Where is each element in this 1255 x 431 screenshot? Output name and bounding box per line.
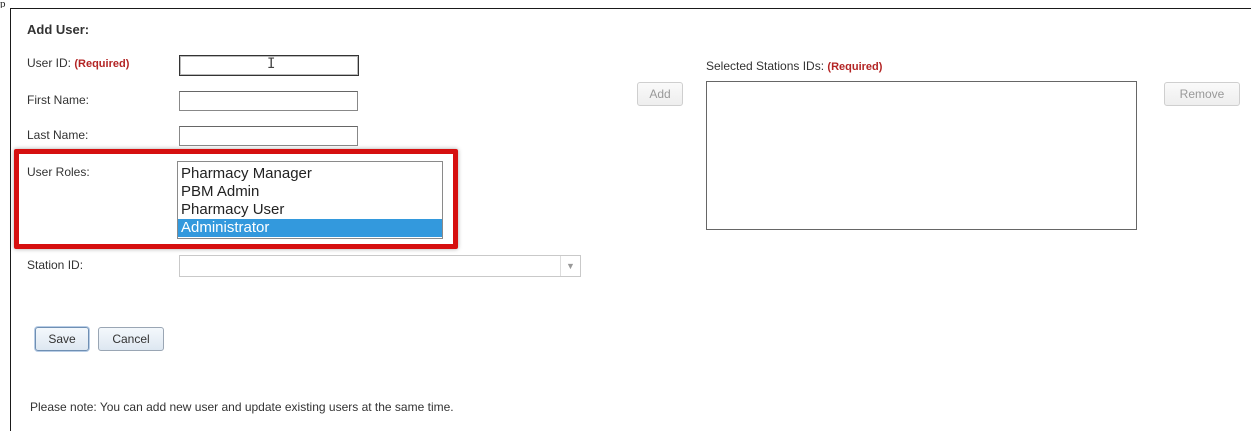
form-title: Add User: <box>27 22 90 37</box>
selected-stations-label: Selected Stations IDs: (Required) <box>706 59 882 73</box>
user-id-input[interactable]: I <box>179 55 359 76</box>
role-option[interactable]: Pharmacy User <box>178 201 442 219</box>
last-name-label: Last Name: <box>27 128 89 142</box>
user-id-label-text: User ID: <box>27 56 72 70</box>
role-option[interactable]: Pharmacy Manager <box>178 165 442 183</box>
cancel-button[interactable]: Cancel <box>98 327 164 351</box>
role-option[interactable]: PBM Admin <box>178 183 442 201</box>
selected-stations-required-marker: (Required) <box>827 61 883 73</box>
user-roles-listbox[interactable]: Pharmacy Manager PBM Admin Pharmacy User… <box>177 161 443 239</box>
chevron-down-icon[interactable]: ▼ <box>560 256 580 276</box>
role-option-selected[interactable]: Administrator <box>178 219 442 237</box>
last-name-input[interactable] <box>179 126 358 146</box>
selected-stations-list[interactable] <box>706 81 1137 230</box>
top-edge-text: p <box>0 0 6 8</box>
station-id-dropdown[interactable]: ▼ <box>179 255 581 277</box>
user-id-required-marker: (Required) <box>74 58 130 70</box>
user-id-label: User ID: (Required) <box>27 56 129 70</box>
remove-station-button[interactable]: Remove <box>1164 82 1240 106</box>
add-station-button[interactable]: Add <box>637 82 683 106</box>
user-roles-label: User Roles: <box>27 165 90 179</box>
first-name-input[interactable] <box>179 91 358 111</box>
first-name-label: First Name: <box>27 93 90 107</box>
text-cursor-icon: I <box>267 56 276 72</box>
selected-stations-label-text: Selected Stations IDs: <box>706 59 825 73</box>
save-button[interactable]: Save <box>35 327 89 351</box>
info-note: Please note: You can add new user and up… <box>30 400 454 414</box>
station-id-label: Station ID: <box>27 258 84 272</box>
